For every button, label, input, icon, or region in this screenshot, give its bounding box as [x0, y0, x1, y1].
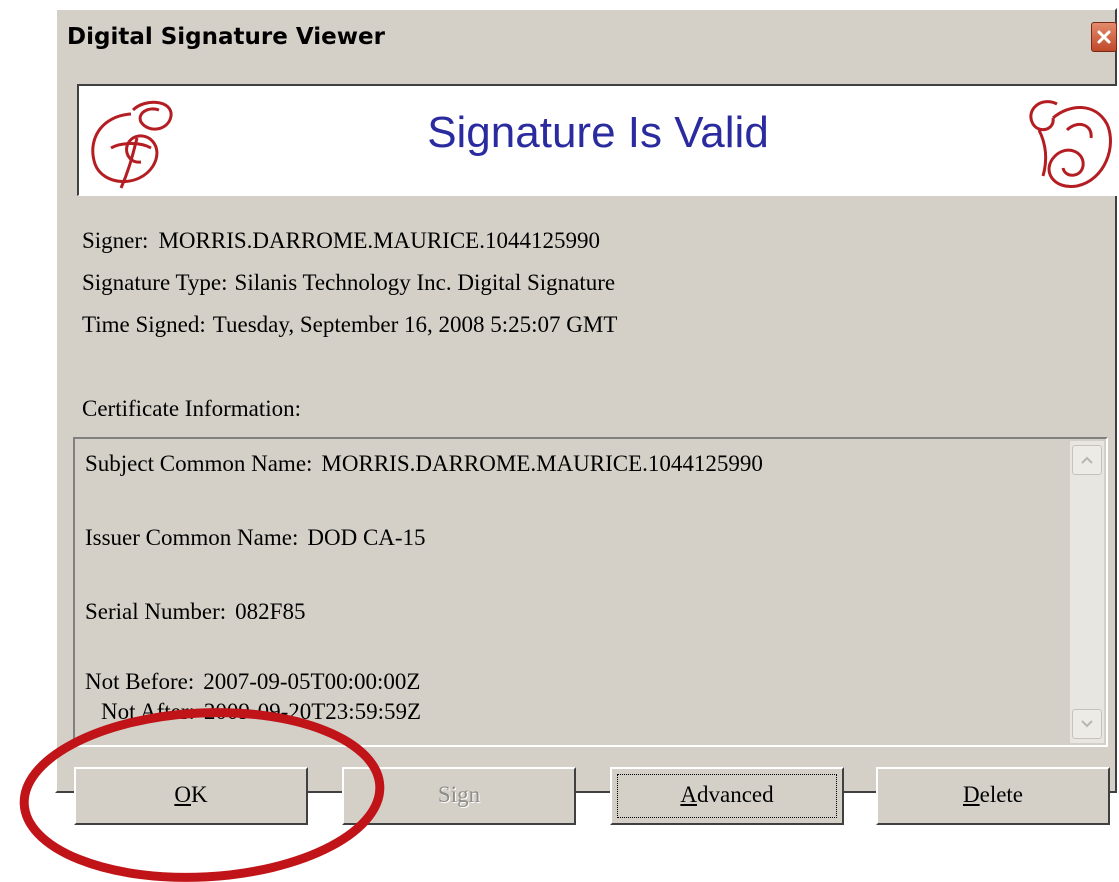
- certificate-info-box[interactable]: Subject Common Name: MORRIS.DARROME.MAURI…: [73, 437, 1108, 747]
- not-before: Not Before: 2007-09-05T00:00:00Z: [85, 669, 420, 695]
- certificate-heading: Certificate Information:: [82, 396, 302, 421]
- ok-mnemonic: O: [174, 782, 191, 807]
- advanced-button[interactable]: Advanced: [610, 767, 844, 825]
- not-after-value: 2009-09-20T23:59:59Z: [203, 699, 422, 724]
- serial-label: Serial Number:: [85, 599, 227, 624]
- signer-line: Signer: MORRIS.DARROME.MAURICE.1044125990: [82, 228, 600, 254]
- chevron-down-icon: [1081, 720, 1093, 728]
- advanced-mnemonic: A: [680, 782, 697, 807]
- time-signed-label: Time Signed:: [82, 312, 206, 337]
- screenshot-stage: Digital Signature Viewer Signature Is Va…: [0, 0, 1119, 882]
- validity-banner: Signature Is Valid: [77, 84, 1117, 196]
- sign-button[interactable]: Sign: [342, 767, 576, 825]
- close-button[interactable]: [1091, 22, 1117, 52]
- ok-button[interactable]: OK: [74, 767, 308, 825]
- advanced-label-rest: dvanced: [696, 782, 774, 807]
- not-before-value: 2007-09-05T00:00:00Z: [203, 669, 421, 694]
- signer-label: Signer:: [82, 228, 149, 253]
- chevron-up-icon: [1081, 456, 1093, 464]
- issuer-common-name: Issuer Common Name: DOD CA-15: [85, 525, 426, 551]
- time-signed-line: Time Signed: Tuesday, September 16, 2008 …: [82, 312, 617, 338]
- issuer-label: Issuer Common Name:: [85, 525, 299, 550]
- serial-value: 082F85: [235, 599, 306, 624]
- sign-label: Sign: [437, 782, 481, 807]
- delete-label-rest: elete: [979, 782, 1024, 807]
- subject-value: MORRIS.DARROME.MAURICE.1044125990: [321, 451, 763, 476]
- delete-button[interactable]: Delete: [876, 767, 1110, 825]
- not-before-label: Not Before:: [85, 669, 195, 694]
- close-icon: [1097, 30, 1111, 44]
- signature-type-value: Silanis Technology Inc. Digital Signatur…: [234, 270, 616, 295]
- scroll-up-button[interactable]: [1072, 445, 1102, 475]
- scroll-down-button[interactable]: [1072, 709, 1102, 739]
- signature-seal-icon: [1029, 100, 1112, 188]
- banner-title: Signature Is Valid: [427, 108, 769, 157]
- issuer-value: DOD CA-15: [307, 525, 426, 550]
- signer-value: MORRIS.DARROME.MAURICE.1044125990: [158, 228, 600, 253]
- subject-label: Subject Common Name:: [85, 451, 313, 476]
- time-signed-value: Tuesday, September 16, 2008 5:25:07 GMT: [212, 312, 618, 337]
- delete-mnemonic: D: [962, 782, 980, 807]
- serial-number: Serial Number: 082F85: [85, 599, 305, 625]
- signature-type-line: Signature Type: Silanis Technology Inc. D…: [82, 270, 615, 296]
- title-bar[interactable]: Digital Signature Viewer: [59, 12, 1117, 62]
- subject-common-name: Subject Common Name: MORRIS.DARROME.MAURI…: [85, 451, 763, 477]
- not-after-label: Not After:: [101, 699, 195, 724]
- vertical-scrollbar[interactable]: [1070, 441, 1104, 743]
- not-after: Not After: 2009-09-20T23:59:59Z: [101, 699, 421, 725]
- certificate-info-content: Subject Common Name: MORRIS.DARROME.MAURI…: [85, 439, 1062, 745]
- signature-type-label: Signature Type:: [82, 270, 228, 295]
- window-title: Digital Signature Viewer: [67, 24, 385, 50]
- ok-label-rest: K: [191, 782, 208, 807]
